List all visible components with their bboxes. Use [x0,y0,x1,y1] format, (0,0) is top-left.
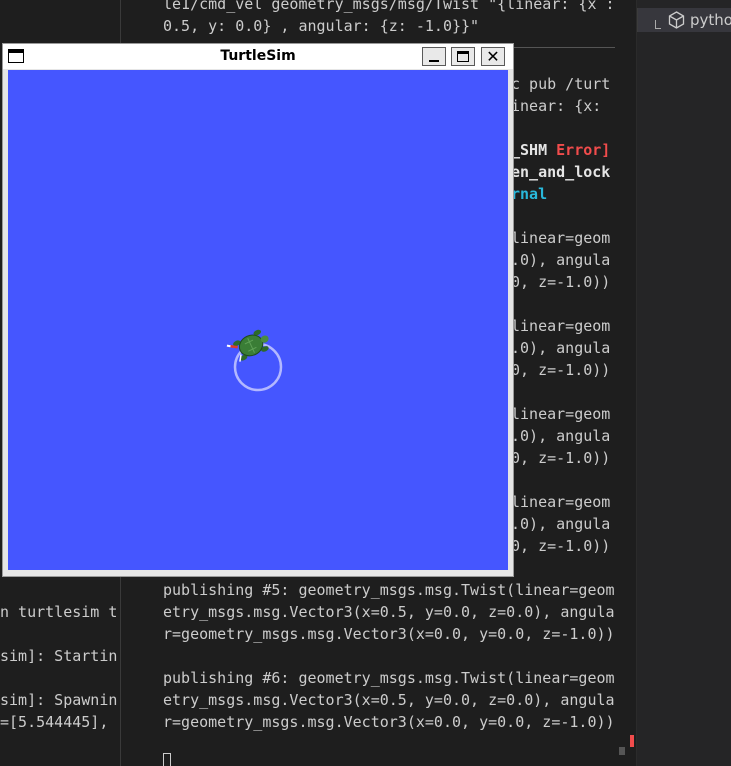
terminal-line: .0), angula [511,515,611,533]
terminal-line: 0, z=-1.0)) [511,361,611,379]
terminal-list-sidebar: pytho [637,0,731,766]
terminal-line: linear=geom [511,317,611,335]
terminal-cursor [163,753,171,766]
terminal-line: etry_msgs.msg.Vector3(x=0.5, y=0.0, z=0.… [163,603,615,621]
terminal-line: c pub /turt [511,75,611,93]
terminal-line: =[5.544445], [0,713,109,731]
error-line: _SHM Error] [511,139,610,161]
maximize-button[interactable] [451,47,475,66]
terminal-line: .0), angula [511,427,611,445]
cube-icon [668,11,685,29]
maximize-icon [457,51,469,62]
window-titlebar[interactable]: TurtleSim ✕ [3,44,513,69]
terminal-line: .0), angula [511,339,611,357]
terminal-line: 0.5, y: 0.0} , angular: {z: -1.0}}" [163,17,480,35]
turtlesim-window[interactable]: TurtleSim ✕ [2,43,514,577]
terminal-line: n turtlesim t [0,603,118,621]
terminal-line: linear=geom [511,493,611,511]
terminal-line: publishing #5: geometry_msgs.msg.Twist(l… [163,581,615,599]
tree-guide-icon [655,20,661,29]
terminal-line: r=geometry_msgs.msg.Vector3(x=0.0, y=0.0… [163,713,615,731]
terminal-line: sim]: Spawnin [0,691,118,709]
sidebar-item-label: pytho [690,11,731,29]
error-marker [630,735,634,747]
turtlesim-canvas[interactable] [8,70,508,570]
terminal-line: r=geometry_msgs.msg.Vector3(x=0.0, y=0.0… [163,625,615,643]
terminal-line: sim]: Startin [0,647,118,665]
sidebar-item-python[interactable]: pytho [637,8,731,32]
error-word: Error] [556,141,611,159]
terminal-line: linear=geom [511,229,611,247]
terminal-line: inear: {x: [511,97,602,115]
terminal-line: le1/cmd_vel geometry_msgs/msg/Twist "{li… [163,0,615,13]
terminal-line: publishing #6: geometry_msgs.msg.Twist(l… [163,669,615,687]
terminal-line: 0, z=-1.0)) [511,449,611,467]
close-icon: ✕ [486,47,500,66]
error-prefix: _SHM [511,141,557,159]
terminal-scrollbar[interactable] [618,0,636,766]
terminal-line: en_and_lock [511,163,611,181]
minimize-icon [429,60,439,62]
terminal-line: 0, z=-1.0)) [511,537,611,555]
turtlesim-scene [226,329,283,392]
terminal-line: linear=geom [511,405,611,423]
terminal-line: etry_msgs.msg.Vector3(x=0.5, y=0.0, z=0.… [163,691,615,709]
terminal-line: rnal [511,185,548,203]
terminal-line: .0), angula [511,251,611,269]
terminal-line: 0, z=-1.0)) [511,273,611,291]
scroll-marker [619,747,625,755]
close-button[interactable]: ✕ [481,47,505,66]
minimize-button[interactable] [422,47,446,66]
